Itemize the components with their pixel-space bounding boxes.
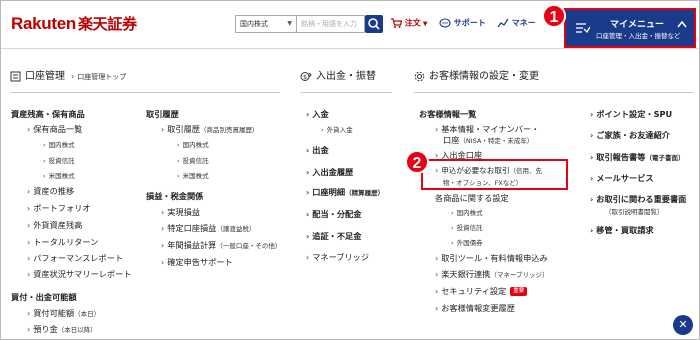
link-settings-bond[interactable]: › 外国債券 — [451, 238, 483, 248]
link-fx-deposit[interactable]: › 外貨入金 — [321, 125, 353, 135]
link-asset-history[interactable]: › 資産の推移 — [27, 186, 74, 197]
link-statement[interactable]: › 口座明細（精算履歴） — [306, 187, 384, 198]
link-holdings-us[interactable]: › 米国株式 — [43, 171, 75, 181]
link-annual-pl[interactable]: › 年間損益計算（一般口座・その他） — [161, 240, 281, 251]
coin-icon: $ — [300, 71, 312, 81]
top-header: Rakuten 楽天証券 国内株式 ▼ 銘柄・用語を入力 注文 ▼ サポート マネー… — [1, 1, 699, 49]
market-select[interactable]: 国内株式 ▼ — [235, 15, 297, 33]
chevron-up-icon — [677, 20, 687, 28]
link-mail-service[interactable]: › メールサービス — [590, 173, 654, 184]
money-link[interactable]: マネー — [497, 17, 536, 29]
link-performance[interactable]: › パフォーマンスレポート — [27, 253, 123, 264]
section-customer: お客様情報の設定・変更 — [414, 67, 539, 82]
link-product-settings[interactable]: 各商品に関する設定 — [435, 193, 509, 203]
graph-icon — [497, 18, 509, 28]
divider — [414, 92, 694, 93]
link-trade-reports[interactable]: › 取引報告書等（電子書面） — [590, 152, 684, 163]
link-important-docs[interactable]: › お取引に関わる重要書面 — [590, 194, 686, 205]
menu-list-icon — [576, 23, 590, 34]
col1-heading-assets: 資産残高・保有商品 — [11, 109, 85, 119]
divider — [10, 92, 280, 93]
link-tax-return[interactable]: › 確定申告サポート — [161, 257, 233, 268]
link-portfolio[interactable]: › ポートフォリオ — [27, 203, 91, 214]
cart-icon — [391, 18, 403, 28]
link-dividends[interactable]: › 配当・分配金 — [306, 209, 361, 220]
mymenu-button[interactable]: マイメニュー 口座管理・入出金・振替など — [564, 8, 696, 48]
section-account[interactable]: 口座管理 › 口座管理トップ — [10, 67, 126, 82]
page-frame: Rakuten 楽天証券 国内株式 ▼ 銘柄・用語を入力 注文 ▼ サポート マネー… — [0, 0, 700, 340]
important-badge: 重要 — [510, 287, 528, 296]
link-history-jp[interactable]: › 国内株式 — [177, 140, 209, 150]
link-withdraw[interactable]: › 出金 — [306, 145, 329, 156]
step-badge-1: 1 — [542, 4, 566, 28]
support-link[interactable]: サポート — [439, 17, 486, 29]
link-holdings-fund[interactable]: › 投資信託 — [43, 156, 75, 166]
link-trade-history[interactable]: › 取引履歴（商品別売買履歴） — [161, 124, 258, 135]
gear-icon — [414, 71, 425, 81]
mymenu-title: マイメニュー — [610, 20, 665, 30]
link-transfer-buyback[interactable]: › 移管・買取請求 — [590, 225, 654, 236]
support-icon — [439, 18, 451, 28]
col2-heading-tax: 損益・税金関係 — [146, 191, 204, 201]
col2-heading-history: 取引履歴 — [146, 109, 179, 119]
link-deposits[interactable]: › 預り金（本日以降） — [27, 324, 97, 335]
link-important-docs-sub[interactable]: （取引説明書閲覧） — [605, 206, 664, 217]
search-input[interactable]: 銘柄・用語を入力 — [297, 15, 365, 33]
chevron-down-icon: ▼ — [287, 20, 292, 27]
search-button[interactable] — [365, 15, 383, 33]
link-apply-trading[interactable]: › 申込が必要なお取引（信用、先 — [435, 166, 542, 176]
link-holdings-jp[interactable]: › 国内株式 — [43, 140, 75, 150]
link-history-fund[interactable]: › 投資信託 — [177, 156, 209, 166]
link-point-settings[interactable]: › ポイント設定・SPU — [590, 109, 672, 120]
link-basic-info-account[interactable]: 口座（NISA・特定・未成年） — [443, 135, 533, 146]
link-money-bridge[interactable]: › マネーブリッジ — [306, 252, 369, 263]
order-link[interactable]: 注文 ▼ — [390, 17, 428, 29]
close-icon: ✕ — [678, 318, 688, 331]
step-badge-2: 2 — [405, 150, 429, 174]
col1-heading-buying-power: 買付・出金可能額 — [11, 292, 77, 302]
link-info-change-history[interactable]: › お客様情報変更履歴 — [435, 303, 515, 314]
rakuten-logo[interactable]: Rakuten 楽天証券 — [11, 13, 137, 34]
link-basic-info[interactable]: › 基本情報・マイナンバー・ — [435, 124, 539, 135]
section-deposit: $ 入出金・振替 — [300, 67, 376, 82]
link-buying-power[interactable]: › 買付可能額（本日） — [27, 308, 100, 319]
svg-text:$: $ — [303, 74, 307, 81]
link-family-referral[interactable]: › ご家族・お友達紹介 — [590, 130, 670, 141]
link-holdings[interactable]: › 保有商品一覧 — [27, 124, 82, 135]
link-specific-account[interactable]: › 特定口座損益（譲渡益税） — [161, 223, 255, 234]
divider — [300, 92, 392, 93]
link-history-us[interactable]: › 米国株式 — [177, 171, 209, 181]
account-icon — [10, 71, 21, 81]
close-button[interactable]: ✕ — [673, 315, 693, 335]
link-total-return[interactable]: › トータルリターン — [27, 237, 98, 248]
link-security-settings[interactable]: › セキュリティ設定 重要 — [435, 286, 528, 297]
link-fx-assets[interactable]: › 外貨資産残高 — [27, 220, 82, 231]
link-settings-fund[interactable]: › 投資信託 — [451, 223, 483, 233]
col4-heading-customer-info: お客様情報一覧 — [419, 109, 477, 119]
link-margin-call[interactable]: › 追証・不足金 — [306, 231, 361, 242]
link-trading-tools[interactable]: › 取引ツール・有料情報申込み — [435, 253, 548, 264]
link-realized-pl[interactable]: › 実現損益 — [161, 207, 200, 218]
link-deposit[interactable]: › 入金 — [306, 109, 329, 120]
link-settings-jp[interactable]: › 国内株式 — [451, 208, 483, 218]
link-summary-report[interactable]: › 資産状況サマリーレポート — [27, 269, 131, 280]
link-rakuten-bank[interactable]: › 楽天銀行連携（マネーブリッジ） — [435, 269, 548, 280]
link-apply-trading-detail[interactable]: 物・オプション、FXなど） — [443, 177, 522, 188]
search-icon — [368, 18, 380, 30]
mymenu-subtitle: 口座管理・入出金・振替など — [596, 32, 681, 40]
link-transfer-history[interactable]: › 入出金履歴 — [306, 167, 353, 178]
